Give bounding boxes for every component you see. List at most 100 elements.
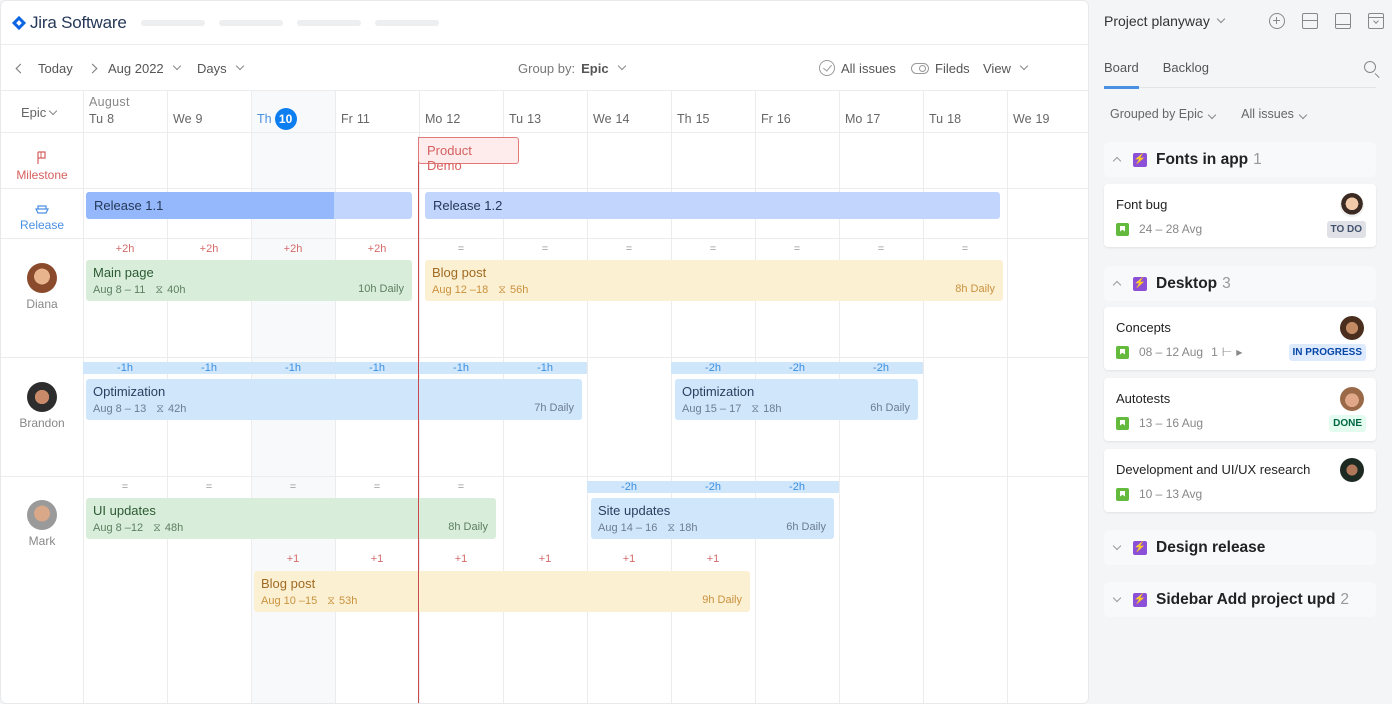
status-badge: IN PROGRESS: [1288, 344, 1366, 361]
release-bar[interactable]: Release 1.1: [86, 192, 412, 219]
hours-delta: -2h: [671, 481, 755, 493]
epic-group[interactable]: ⚡ Design release: [1104, 530, 1376, 565]
person-diana: Diana: [1, 263, 83, 311]
today-button[interactable]: Today: [38, 61, 73, 76]
task-estimate: 53h: [339, 595, 358, 607]
timeline-grid: Epic August Milestone Release Diana Bran…: [1, 91, 1088, 703]
group-filter-select[interactable]: Grouped by Epic: [1110, 107, 1217, 121]
chevron-down-icon: [1216, 14, 1226, 24]
issue-card[interactable]: Development and UI/UX research 10 – 13 A…: [1104, 449, 1376, 512]
hours-delta: +2h: [367, 243, 387, 255]
task-daily: 7h Daily: [534, 402, 574, 414]
person-mark: Mark: [1, 500, 83, 548]
panel-layout-icon[interactable]: [1335, 13, 1351, 29]
fields-button[interactable]: Fileds: [911, 45, 970, 91]
task-title: Blog post: [261, 576, 316, 591]
hours-delta: =: [373, 481, 381, 493]
task-bar[interactable]: Blog post Aug 10 –15 ⧖ 53h 9h Daily: [254, 571, 750, 612]
issues-filter-value: All issues: [1241, 107, 1294, 121]
ship-icon: [35, 205, 49, 214]
task-daily: 6h Daily: [786, 521, 826, 533]
release-bar[interactable]: Release 1.2: [425, 192, 1000, 219]
issue-card[interactable]: Concepts 08 – 12 Aug 1 ⊢ ▶ IN PROGRESS: [1104, 307, 1376, 370]
day-number: 16: [776, 112, 791, 126]
task-bar[interactable]: UI updates Aug 8 –12 ⧖ 48h 8h Daily: [86, 498, 496, 539]
day-of-week: Fr: [761, 112, 773, 126]
prev-arrow-icon[interactable]: [15, 63, 26, 73]
split-view-icon[interactable]: [1302, 13, 1318, 29]
epic-group[interactable]: ⚡ Desktop 3: [1104, 266, 1376, 301]
add-icon[interactable]: [1269, 13, 1285, 29]
day-of-week: Mo: [845, 112, 863, 126]
archive-icon[interactable]: [1368, 13, 1384, 29]
task-bar[interactable]: Main page Aug 8 – 11 ⧖ 40h 10h Daily: [86, 260, 412, 301]
chevron-down-icon: [49, 106, 58, 115]
card-dates: 08 – 12 Aug: [1139, 345, 1204, 359]
flag-icon: [37, 151, 46, 164]
scale-select[interactable]: Days: [197, 45, 244, 91]
hours-delta: -2h: [839, 362, 923, 374]
hours-delta: +2h: [115, 243, 135, 255]
search-icon[interactable]: [1364, 61, 1376, 73]
next-arrow-icon[interactable]: [87, 63, 98, 73]
chevron-down-icon: [1019, 61, 1029, 71]
task-bar[interactable]: Site updates Aug 14 – 16 ⧖ 18h 6h Daily: [591, 498, 834, 539]
all-issues-button[interactable]: All issues: [819, 45, 896, 91]
avatar: [1340, 387, 1364, 411]
nav-placeholder: [140, 19, 205, 26]
epic-group[interactable]: ⚡ Fonts in app 1: [1104, 142, 1376, 177]
chevron-up-icon[interactable]: [1112, 280, 1122, 290]
hourglass-icon: ⧖: [327, 595, 336, 607]
toolbar: Today Aug 2022 Days Group by: Epic All i…: [1, 45, 1088, 91]
hours-delta: -1h: [251, 362, 335, 374]
app-logo[interactable]: Jira Software: [11, 13, 127, 33]
task-estimate: 56h: [510, 284, 529, 296]
day-of-week: Tu: [509, 112, 524, 126]
task-bar[interactable]: Blog post Aug 12 –18 ⧖ 56h 8h Daily: [425, 260, 1003, 301]
chevron-down-icon[interactable]: [1112, 593, 1122, 603]
task-daily: 8h Daily: [955, 283, 995, 295]
issue-card[interactable]: Autotests 13 – 16 Aug DONE: [1104, 378, 1376, 441]
chevron-down-icon: [617, 61, 626, 71]
epic-group[interactable]: ⚡ Sidebar Add project upd 2: [1104, 582, 1376, 617]
card-title: Development and UI/UX research: [1116, 462, 1311, 477]
story-icon: [1116, 487, 1129, 501]
day-number: 8: [107, 112, 115, 126]
group-column-select[interactable]: Epic: [21, 105, 58, 120]
panel-filters: Grouped by Epic All issues: [1110, 107, 1308, 121]
task-dates: Aug 12 –18: [432, 284, 489, 296]
epic-title: Sidebar Add project upd: [1156, 590, 1336, 608]
milestone-product-demo[interactable]: Product Demo: [418, 137, 519, 173]
release-row-label: Release: [1, 203, 83, 232]
project-select[interactable]: Project planyway: [1104, 13, 1226, 29]
tab-backlog[interactable]: Backlog: [1163, 60, 1209, 88]
hourglass-icon: ⧖: [153, 522, 161, 534]
chevron-down-icon: [172, 61, 181, 71]
task-bar[interactable]: Optimization Aug 15 – 17 ⧖ 18h 6h Daily: [675, 379, 918, 420]
avatar: [27, 263, 57, 293]
day-number: 14: [615, 112, 630, 126]
avatar: [27, 500, 57, 530]
group-by-label: Group by:: [518, 60, 576, 76]
avatar: [1340, 193, 1364, 217]
fields-label: Fileds: [935, 60, 970, 76]
issues-filter-select[interactable]: All issues: [1241, 107, 1308, 121]
month-select[interactable]: Aug 2022: [108, 45, 181, 91]
group-by-select[interactable]: Group by: Epic: [518, 45, 626, 91]
chevron-up-icon[interactable]: [1112, 156, 1122, 166]
day-header: Th 10: [257, 108, 297, 130]
task-title: Main page: [93, 265, 154, 280]
expand-arrow-icon[interactable]: ▶: [1236, 348, 1242, 357]
view-select[interactable]: View: [983, 45, 1029, 91]
task-daily: 6h Daily: [870, 402, 910, 414]
issue-card[interactable]: Font bug 24 – 28 Avg TO DO: [1104, 184, 1376, 247]
task-estimate: 18h: [679, 522, 698, 534]
chevron-down-icon[interactable]: [1112, 541, 1122, 551]
day-header: Tu 8: [89, 112, 114, 126]
task-bar[interactable]: Optimization Aug 8 – 13 ⧖ 42h 7h Daily: [86, 379, 582, 420]
tab-board[interactable]: Board: [1104, 60, 1139, 89]
day-number: 17: [866, 112, 881, 126]
day-of-week: We: [173, 112, 192, 126]
hours-delta: =: [457, 243, 465, 255]
release-label: Release: [19, 218, 65, 232]
